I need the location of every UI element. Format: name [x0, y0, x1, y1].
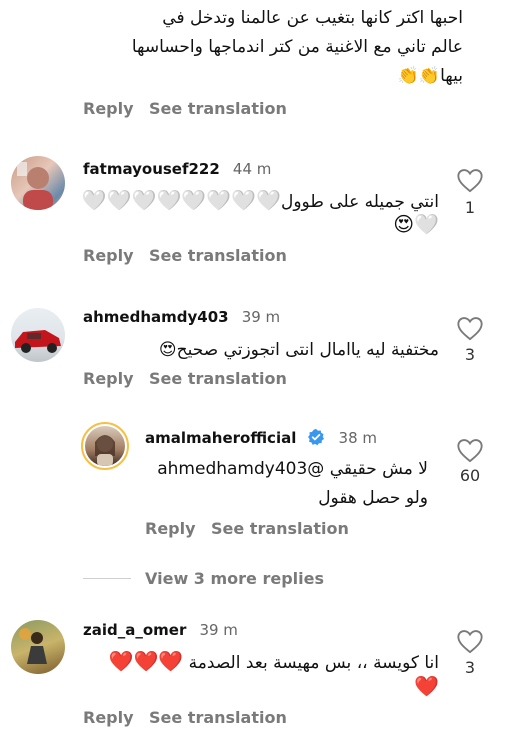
comment-text: مختفية ليه ياامال انتى اتجوزتي صحيح😍: [119, 336, 439, 365]
username[interactable]: zaid_a_omer: [83, 621, 186, 639]
see-translation-button[interactable]: See translation: [149, 99, 287, 118]
comment-line: عالم تاني مع الاغنية من كتر اندماجها واح…: [131, 37, 463, 57]
avatar[interactable]: [11, 156, 65, 210]
username[interactable]: amalmaherofficial: [145, 429, 296, 447]
story-ring[interactable]: [81, 422, 129, 470]
see-translation-button[interactable]: See translation: [211, 519, 349, 538]
username[interactable]: ahmedhamdy403: [83, 308, 229, 326]
reply-button[interactable]: Reply: [83, 708, 134, 727]
comment-line: ولو حصل هقول: [318, 488, 428, 508]
like-count: 60: [459, 466, 481, 485]
comment-text: احبها اكتر كانها بتغيب عن عالمنا وتدخل ف…: [23, 4, 463, 91]
comment-line-mention: لا مش حقيقي @ahmedhamdy403: [157, 459, 428, 479]
timestamp: 39 m: [241, 308, 281, 326]
avatar: [85, 426, 125, 466]
comment-line: انتي جميله على طوول: [281, 192, 439, 212]
avatar-image: [95, 435, 115, 466]
timestamp: 39 m: [199, 621, 238, 639]
avatar-image: [15, 330, 61, 353]
username[interactable]: fatmayousef222: [83, 160, 220, 178]
heart-eyes-emoji: 😍: [158, 340, 177, 360]
clap-emoji: 👏👏: [397, 66, 441, 86]
comment-line: احبها اكتر كانها بتغيب عن عالمنا وتدخل ف…: [162, 8, 463, 28]
like-heart-icon[interactable]: [456, 315, 484, 341]
view-more-replies-label[interactable]: View 3 more replies: [145, 569, 324, 588]
avatar[interactable]: [11, 620, 65, 674]
reply-button[interactable]: Reply: [83, 369, 134, 388]
reply-button[interactable]: Reply: [83, 246, 134, 265]
divider-line: [83, 578, 131, 579]
reply-button[interactable]: Reply: [83, 99, 134, 118]
like-count: 3: [464, 658, 476, 677]
avatar[interactable]: [11, 308, 65, 362]
comment-text: انا كويسة ،، بس مهيسة بعد الصدمة ❤️❤️❤️: [109, 647, 439, 678]
reply-button[interactable]: Reply: [145, 519, 196, 538]
comment-text: لا مش حقيقي @ahmedhamdy403 ولو حصل هقول: [148, 455, 428, 513]
see-translation-button[interactable]: See translation: [149, 246, 287, 265]
comment-line: انا كويسة ،، بس مهيسة بعد الصدمة: [188, 653, 439, 673]
like-heart-icon[interactable]: [456, 628, 484, 654]
see-translation-button[interactable]: See translation: [149, 369, 287, 388]
red-hearts-emoji: ❤️❤️❤️: [108, 649, 184, 673]
like-count: 1: [464, 198, 476, 217]
timestamp: 44 m: [232, 160, 272, 178]
avatar-image: [19, 628, 47, 664]
emoji-row: 😍🤍: [393, 212, 439, 236]
like-heart-icon[interactable]: [456, 167, 484, 193]
white-hearts-emoji: 🤍🤍🤍🤍🤍🤍🤍🤍: [81, 188, 281, 212]
comment-word: بيها: [440, 66, 463, 86]
comment-text: انتي جميله على طوول🤍🤍🤍🤍🤍🤍🤍🤍: [82, 186, 439, 217]
comment-line: مختفية ليه ياامال انتى اتجوزتي صحيح: [176, 340, 439, 360]
see-translation-button[interactable]: See translation: [149, 708, 287, 727]
verified-badge-icon: [308, 428, 325, 446]
red-heart-emoji: ❤️: [414, 674, 439, 698]
like-count: 3: [464, 345, 476, 364]
comment-line: بيها👏👏: [23, 62, 463, 91]
avatar-image: [17, 162, 53, 210]
timestamp: 38 m: [338, 429, 378, 447]
like-heart-icon[interactable]: [456, 437, 484, 463]
